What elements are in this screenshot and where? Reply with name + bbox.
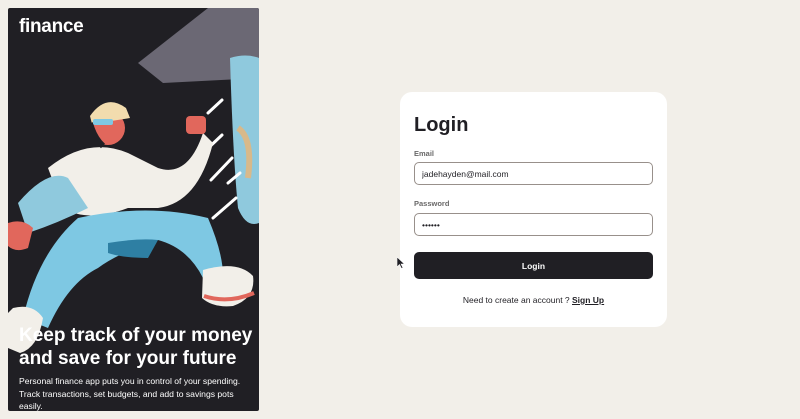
signup-prompt-line: Need to create an account ? Sign Up [400,295,667,305]
signup-prompt: Need to create an account ? [462,295,573,305]
password-label: Password [414,199,450,208]
mouse-cursor-icon [397,257,405,269]
app-logo: finance [19,16,84,37]
email-field[interactable] [414,162,653,185]
figure-fist [186,116,206,134]
email-label: Email [414,149,435,158]
figure-pants [23,210,223,328]
hero-subtitle: Personal finance app puts you in control… [19,376,241,411]
password-field[interactable] [414,213,653,236]
hero-panel: finance Keep track of your money and sav… [8,8,259,411]
signup-link[interactable]: Sign Up [572,295,604,305]
login-title: Login [414,114,469,136]
login-button[interactable]: Login [414,252,653,279]
hero-headline: Keep track of your money and save for yo… [19,325,253,369]
login-card: Login Email Password Login Need to creat… [400,92,667,327]
